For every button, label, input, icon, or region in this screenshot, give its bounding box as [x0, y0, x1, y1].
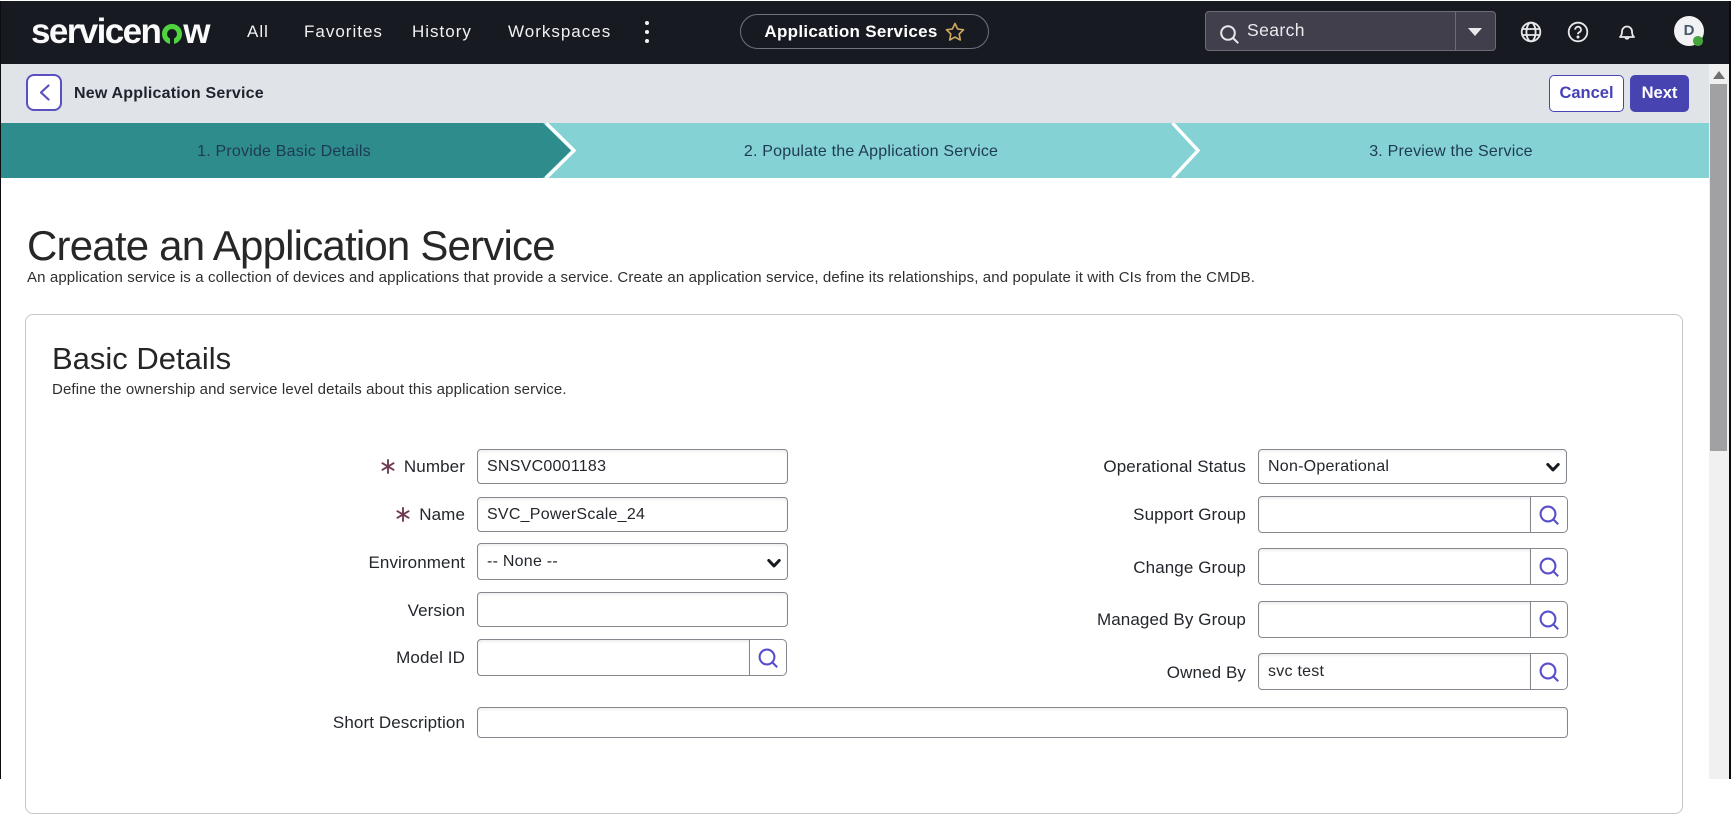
svg-text:3. Preview the Service: 3. Preview the Service: [1369, 143, 1533, 160]
svg-text:1. Provide Basic Details: 1. Provide Basic Details: [197, 143, 371, 160]
svg-text:2. Populate the Application Se: 2. Populate the Application Service: [744, 143, 998, 160]
